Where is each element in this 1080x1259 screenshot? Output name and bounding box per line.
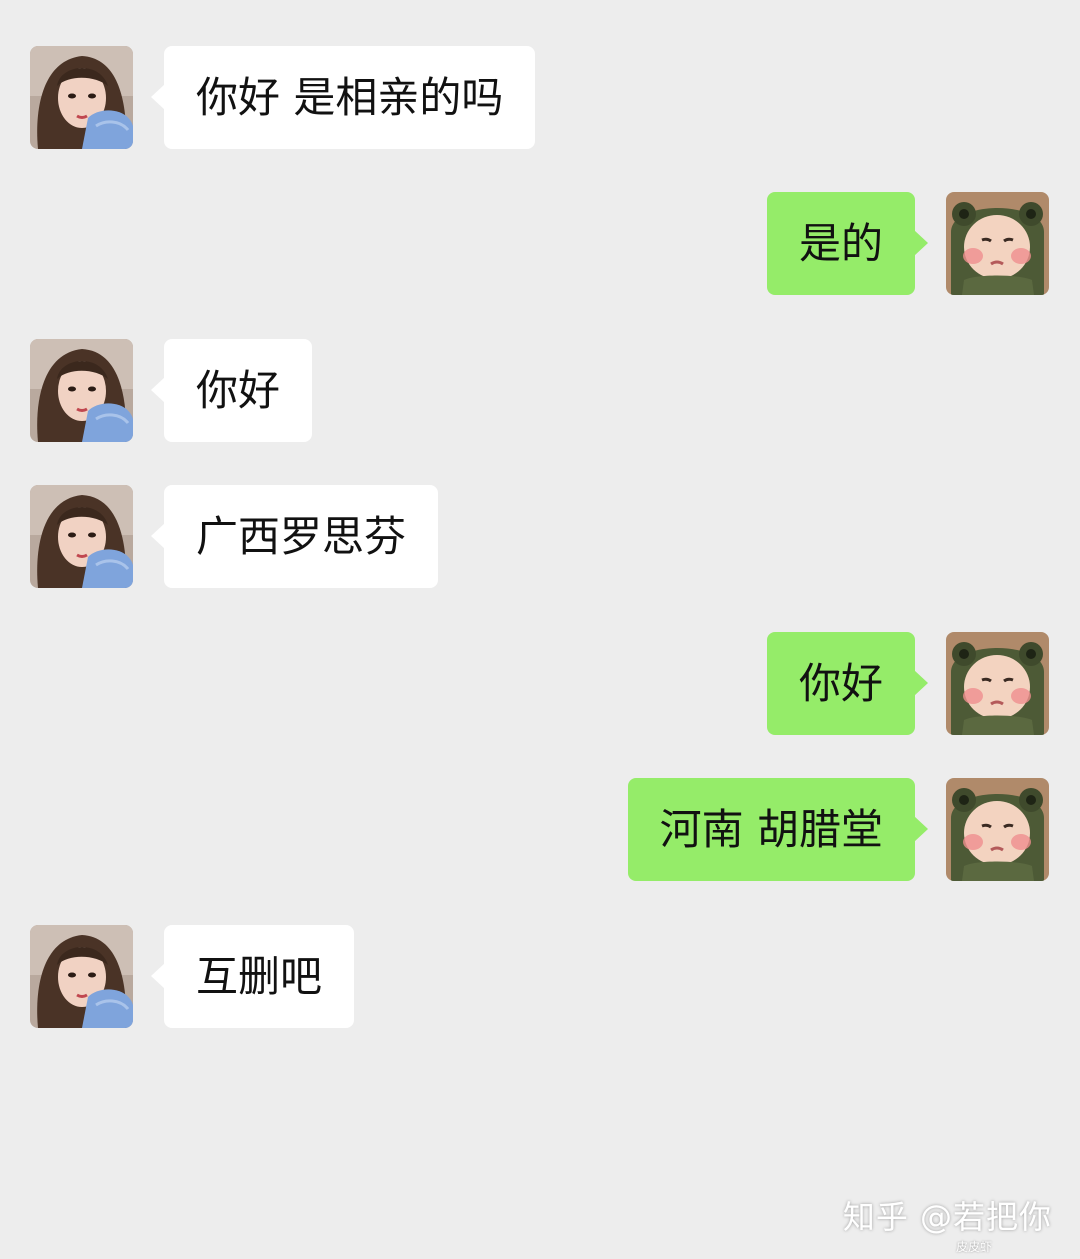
message-bubble-incoming[interactable]: 广西罗思芬 (150, 485, 439, 588)
message-bubble-incoming[interactable]: 你好 (150, 339, 313, 442)
message-bubble-outgoing[interactable]: 是的 (766, 192, 929, 295)
message-bubble-incoming[interactable]: 你好 是相亲的吗 (150, 46, 536, 149)
girl-avatar-image (30, 339, 133, 442)
message-bubble-incoming[interactable]: 互删吧 (150, 925, 355, 1028)
self-avatar[interactable] (946, 632, 1049, 735)
contact-avatar[interactable] (30, 925, 133, 1028)
baby-avatar-image (946, 192, 1049, 295)
girl-avatar-image (30, 925, 133, 1028)
self-avatar[interactable] (946, 192, 1049, 295)
message-bubble-outgoing[interactable]: 你好 (766, 632, 929, 735)
contact-avatar[interactable] (30, 46, 133, 149)
app-watermark: 皮皮虾 (955, 1240, 992, 1254)
zhihu-watermark: 知乎 @若把你 (842, 1198, 1052, 1236)
message-bubble-outgoing[interactable]: 河南 胡腊堂 (627, 778, 929, 881)
contact-avatar[interactable] (30, 485, 133, 588)
contact-avatar[interactable] (30, 339, 133, 442)
baby-avatar-image (946, 632, 1049, 735)
chat-area: 你好 是相亲的吗 是的 你好 广西罗思芬 你好 河南 胡腊堂 互删吧 (0, 0, 1080, 1259)
self-avatar[interactable] (946, 778, 1049, 881)
baby-avatar-image (946, 778, 1049, 881)
girl-avatar-image (30, 485, 133, 588)
girl-avatar-image (30, 46, 133, 149)
